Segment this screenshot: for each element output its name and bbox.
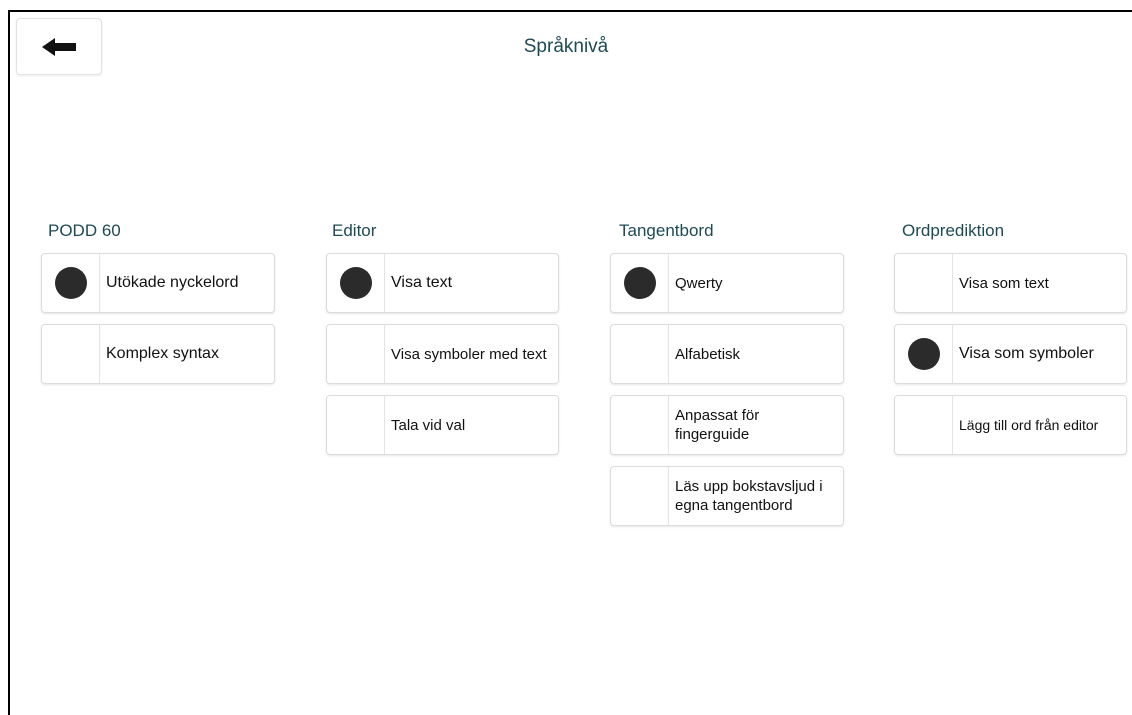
option-label: Tala vid val	[391, 416, 466, 434]
radio-indicator	[611, 467, 669, 525]
option-visa-som-symboler[interactable]: Visa som symboler	[894, 324, 1127, 384]
option-komplex-syntax[interactable]: Komplex syntax	[41, 324, 275, 384]
option-tala-vid-val[interactable]: Tala vid val	[326, 395, 559, 455]
radio-indicator	[327, 254, 385, 312]
group-title-ordprediktion: Ordprediktion	[902, 221, 1005, 240]
option-label: Läs upp bokstavsljud i egna tangentbord	[675, 478, 823, 514]
option-label: Alfabetisk	[675, 345, 741, 363]
option-las-upp-bokstavsljud[interactable]: Läs upp bokstavsljud i egna tangentbord	[610, 466, 844, 526]
option-label: Anpassat för fingerguide	[675, 407, 760, 443]
radio-indicator	[895, 396, 953, 454]
selected-dot-icon	[54, 267, 87, 299]
option-label: Visa symboler med text	[391, 345, 547, 363]
group-title-podd60: PODD 60	[48, 221, 121, 240]
option-visa-symboler-med-text[interactable]: Visa symboler med text	[326, 324, 559, 384]
option-label: Visa text	[391, 274, 453, 291]
radio-indicator	[327, 325, 385, 383]
option-label: Visa som symboler	[959, 345, 1094, 362]
option-visa-text[interactable]: Visa text	[326, 253, 559, 313]
option-label: Lägg till ord från editor	[959, 416, 1099, 433]
selected-dot-icon	[339, 267, 372, 299]
option-anpassat-for-fingerguide[interactable]: Anpassat för fingerguide	[610, 395, 844, 455]
option-label: Visa som text	[959, 274, 1049, 292]
option-visa-som-text[interactable]: Visa som text	[894, 253, 1127, 313]
page-title: Språknivå	[523, 36, 609, 57]
radio-indicator	[327, 396, 385, 454]
option-alfabetisk[interactable]: Alfabetisk	[610, 324, 844, 384]
radio-indicator	[895, 254, 953, 312]
option-label: Utökade nyckelord	[106, 274, 239, 291]
radio-indicator	[611, 325, 669, 383]
selected-dot-icon	[907, 338, 940, 370]
radio-indicator	[895, 325, 953, 383]
option-label: Qwerty	[675, 274, 723, 292]
group-title-editor: Editor	[332, 221, 377, 240]
option-qwerty[interactable]: Qwerty	[610, 253, 844, 313]
group-title-tangentbord: Tangentbord	[619, 221, 714, 240]
radio-indicator	[42, 254, 100, 312]
radio-indicator	[42, 325, 100, 383]
radio-indicator	[611, 254, 669, 312]
selected-dot-icon	[623, 267, 656, 299]
radio-indicator	[611, 396, 669, 454]
option-utokade-nyckelord[interactable]: Utökade nyckelord	[41, 253, 275, 313]
option-lagg-till-ord-fran-editor[interactable]: Lägg till ord från editor	[894, 395, 1127, 455]
option-label: Komplex syntax	[106, 345, 219, 362]
